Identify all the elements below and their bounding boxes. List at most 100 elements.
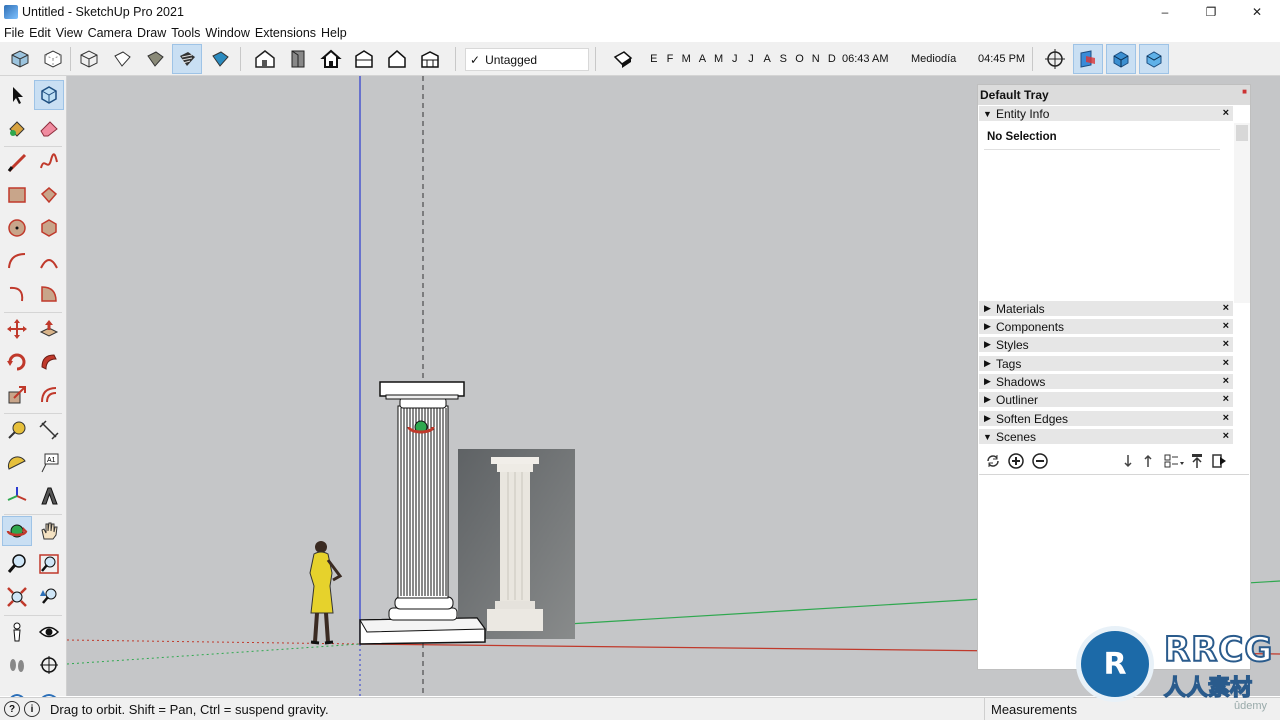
panel-components[interactable]: ▶ Components ×	[979, 319, 1233, 335]
move-scene-up-icon[interactable]	[1142, 453, 1154, 469]
push-pull-icon[interactable]	[34, 314, 64, 344]
monochrome-style-icon[interactable]	[205, 44, 235, 74]
pan-icon[interactable]	[34, 516, 64, 546]
panel-soften-edges[interactable]: ▶ Soften Edges ×	[979, 411, 1233, 427]
position-camera-icon[interactable]	[2, 617, 32, 647]
zoom-icon[interactable]	[2, 549, 32, 579]
zoom-window-icon[interactable]	[34, 549, 64, 579]
move-icon[interactable]	[2, 314, 32, 344]
view-options-icon[interactable]	[1164, 453, 1186, 469]
section-plane-toolbar-icon[interactable]	[1073, 44, 1103, 74]
close-panel-icon[interactable]: ×	[1223, 338, 1229, 350]
line-icon[interactable]	[2, 148, 32, 178]
close-panel-icon[interactable]: ×	[1223, 357, 1229, 369]
shaded-with-textures-style-icon[interactable]	[172, 44, 202, 74]
pie-icon[interactable]	[34, 279, 64, 309]
right-view-icon[interactable]	[349, 44, 379, 74]
scale-icon[interactable]	[2, 380, 32, 410]
panel-outliner[interactable]: ▶ Outliner ×	[979, 392, 1233, 408]
tape-measure-icon[interactable]	[2, 415, 32, 445]
panel-shadows[interactable]: ▶ Shadows ×	[979, 374, 1233, 390]
tray-pin-icon[interactable]: ■	[1242, 87, 1247, 96]
iso-view-icon[interactable]	[250, 44, 280, 74]
display-section-cuts-icon[interactable]	[1139, 44, 1169, 74]
axes-icon[interactable]	[2, 481, 32, 511]
protractor-icon[interactable]	[2, 448, 32, 478]
previous-view-icon[interactable]	[34, 582, 64, 612]
instructor-info-icon[interactable]: i	[24, 701, 40, 717]
reference-photo	[458, 449, 575, 639]
select-icon[interactable]	[2, 80, 32, 110]
circle-icon[interactable]	[2, 213, 32, 243]
shadows-toggle-icon[interactable]	[608, 44, 638, 74]
wireframe-style-icon[interactable]	[74, 44, 104, 74]
arc-icon[interactable]	[2, 246, 32, 276]
menu-draw[interactable]: Draw	[135, 26, 168, 40]
panel-styles[interactable]: ▶ Styles ×	[979, 337, 1233, 353]
top-view-icon[interactable]	[283, 44, 313, 74]
shadow-time-noon: Mediodía	[911, 53, 957, 65]
menu-window[interactable]: Window	[203, 26, 251, 40]
close-panel-icon[interactable]: ×	[1223, 107, 1229, 119]
close-panel-icon[interactable]: ×	[1223, 393, 1229, 405]
section-plane-icon[interactable]	[34, 650, 64, 680]
display-section-planes-icon[interactable]	[1106, 44, 1136, 74]
zoom-extents-icon[interactable]	[2, 582, 32, 612]
xray-style-icon[interactable]	[5, 44, 35, 74]
close-panel-icon[interactable]: ×	[1223, 412, 1229, 424]
rectangle-icon[interactable]	[2, 180, 32, 210]
freehand-icon[interactable]	[34, 148, 64, 178]
menu-view[interactable]: View	[54, 26, 85, 40]
text-icon[interactable]: A1	[34, 448, 64, 478]
two-point-arc-icon[interactable]	[34, 246, 64, 276]
menu-file[interactable]: File	[2, 26, 26, 40]
menu-help[interactable]: Help	[319, 26, 349, 40]
maximize-button[interactable]: ❐	[1188, 0, 1234, 23]
menu-extensions[interactable]: Extensions	[253, 26, 318, 40]
three-point-arc-icon[interactable]	[2, 279, 32, 309]
add-scene-icon[interactable]	[1008, 453, 1024, 469]
position-camera-toolbar-icon[interactable]	[1040, 44, 1070, 74]
tray-scrollbar[interactable]	[1234, 123, 1250, 303]
hidden-line-style-icon[interactable]	[107, 44, 137, 74]
menu-camera[interactable]: Camera	[86, 26, 134, 40]
rotated-rectangle-icon[interactable]	[34, 180, 64, 210]
minimize-button[interactable]: –	[1142, 0, 1188, 23]
close-panel-icon[interactable]: ×	[1223, 375, 1229, 387]
back-edges-style-icon[interactable]	[38, 44, 68, 74]
tag-selector[interactable]: ✓ Untagged	[465, 48, 589, 71]
3d-text-icon[interactable]	[34, 481, 64, 511]
scene-details-icon[interactable]	[1211, 452, 1227, 470]
refresh-scene-icon[interactable]	[985, 453, 1001, 469]
front-view-icon[interactable]	[316, 44, 346, 74]
geo-location-icon[interactable]: ?	[4, 701, 20, 717]
follow-me-icon[interactable]	[34, 347, 64, 377]
panel-materials[interactable]: ▶ Materials ×	[979, 301, 1233, 317]
menu-tools[interactable]: Tools	[169, 26, 202, 40]
rotate-icon[interactable]	[2, 347, 32, 377]
walk-icon[interactable]	[2, 650, 32, 680]
close-panel-icon[interactable]: ×	[1223, 320, 1229, 332]
tray-title: Default Tray ■	[978, 85, 1250, 105]
panel-scenes[interactable]: ▼ Scenes ×	[979, 429, 1233, 445]
look-around-icon[interactable]	[34, 617, 64, 647]
menu-edit[interactable]: Edit	[27, 26, 53, 40]
back-view-icon[interactable]	[382, 44, 412, 74]
eraser-icon[interactable]	[34, 113, 64, 143]
offset-icon[interactable]	[34, 380, 64, 410]
close-panel-icon[interactable]: ×	[1223, 302, 1229, 314]
panel-tags[interactable]: ▶ Tags ×	[979, 356, 1233, 372]
hide-details-icon[interactable]	[1190, 452, 1204, 470]
panel-entity-info[interactable]: ▼ Entity Info ×	[979, 106, 1233, 122]
close-panel-icon[interactable]: ×	[1223, 430, 1229, 442]
remove-scene-icon[interactable]	[1032, 453, 1048, 469]
polygon-icon[interactable]	[34, 213, 64, 243]
dimension-icon[interactable]	[34, 415, 64, 445]
paint-bucket-icon[interactable]	[2, 113, 32, 143]
close-window-button[interactable]: ✕	[1234, 0, 1280, 23]
move-scene-down-icon[interactable]	[1122, 453, 1134, 469]
left-view-icon[interactable]	[415, 44, 445, 74]
orbit-icon[interactable]	[2, 516, 32, 546]
shaded-style-icon[interactable]	[140, 44, 170, 74]
make-component-icon[interactable]	[34, 80, 64, 110]
